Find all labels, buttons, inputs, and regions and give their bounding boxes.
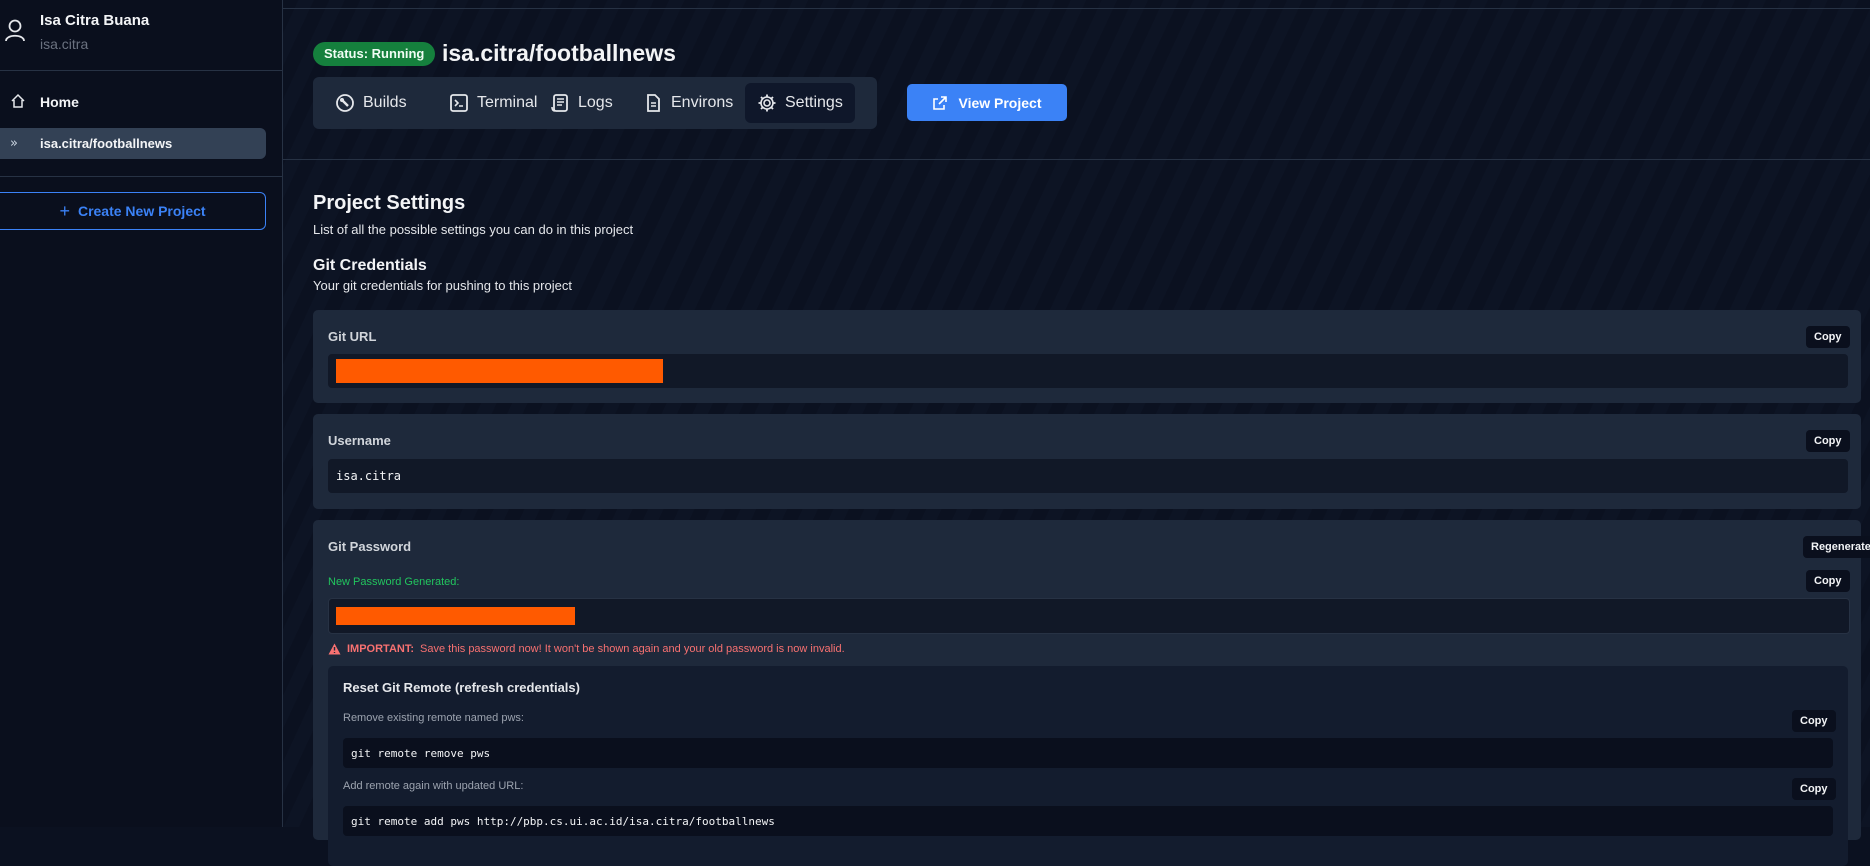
git-credentials-subtitle: Your git credentials for pushing to this…: [313, 278, 572, 293]
important-warning: IMPORTANT: Save this password now! It wo…: [328, 643, 845, 655]
git-password-card: Git Password Regenerate New Password Gen…: [313, 520, 1870, 866]
username-value: isa.citra: [336, 469, 402, 483]
tab-terminal[interactable]: Terminal: [437, 83, 549, 123]
git-url-card: Git URL Copy: [313, 310, 1861, 403]
add-remote-command-text: git remote add pws http://pbp.cs.ui.ac.i…: [351, 815, 775, 828]
tab-label: Logs: [578, 94, 613, 111]
add-remote-command[interactable]: git remote add pws http://pbp.cs.ui.ac.i…: [343, 806, 1833, 836]
username-card: Username Copy isa.citra: [313, 414, 1861, 509]
git-credentials-title: Git Credentials: [313, 257, 427, 274]
remove-remote-command[interactable]: git remote remove pws: [343, 738, 1833, 768]
gear-icon: [758, 94, 776, 112]
sidebar: Isa Citra Buana isa.citra Home » isa.cit…: [0, 0, 283, 827]
copy-username-button[interactable]: Copy: [1806, 430, 1850, 452]
user-icon: [5, 19, 25, 42]
tab-environs[interactable]: Environs: [631, 83, 745, 123]
sidebar-item-project[interactable]: » isa.citra/footballnews: [0, 128, 266, 159]
git-url-field[interactable]: [328, 354, 1848, 388]
section-title: Project Settings: [313, 192, 466, 214]
add-remote-label: Add remote again with updated URL:: [343, 780, 524, 792]
logs-icon: [551, 94, 568, 112]
reset-remote-title: Reset Git Remote (refresh credentials): [343, 680, 580, 695]
sidebar-item-label: isa.citra/footballnews: [40, 136, 173, 151]
copy-add-remote-button[interactable]: Copy: [1792, 778, 1836, 800]
user-handle: isa.citra: [40, 36, 89, 52]
plus-icon: +: [59, 201, 70, 221]
password-field[interactable]: [328, 598, 1850, 634]
chevrons-right-icon: »: [10, 136, 18, 151]
remove-remote-command-text: git remote remove pws: [351, 747, 491, 760]
important-text: Save this password now! It won't be show…: [420, 643, 845, 655]
reset-remote-panel: Reset Git Remote (refresh credentials) R…: [328, 666, 1848, 866]
external-link-icon: [933, 95, 948, 110]
build-icon: [336, 94, 354, 112]
important-prefix: IMPORTANT:: [347, 643, 415, 655]
user-name: Isa Citra Buana: [40, 12, 150, 29]
git-url-label: Git URL: [328, 329, 377, 344]
status-badge: Status: Running: [313, 42, 436, 66]
redacted-password: [336, 607, 575, 625]
sidebar-item-home[interactable]: Home: [0, 88, 282, 118]
tab-label: Builds: [363, 94, 407, 111]
document-icon: [647, 94, 660, 112]
header-divider: [283, 159, 1870, 160]
tab-label: Environs: [671, 94, 734, 111]
main-content: Status: Running isa.citra/footballnews B…: [283, 0, 1870, 866]
new-password-note: New Password Generated:: [328, 576, 460, 588]
copy-git-url-button[interactable]: Copy: [1806, 326, 1850, 348]
sidebar-item-label: Home: [40, 94, 79, 110]
tab-settings[interactable]: Settings: [745, 83, 855, 123]
view-project-button[interactable]: View Project: [907, 84, 1067, 121]
git-password-label: Git Password: [328, 539, 412, 554]
username-label: Username: [328, 433, 391, 448]
copy-remove-remote-button[interactable]: Copy: [1792, 710, 1836, 732]
username-field[interactable]: isa.citra: [328, 459, 1848, 493]
tab-label: Settings: [785, 94, 843, 111]
terminal-icon: [450, 94, 468, 112]
tab-bar: Builds Terminal Logs Environs Settings: [313, 77, 877, 129]
remove-remote-label: Remove existing remote named pws:: [343, 712, 524, 724]
tab-logs[interactable]: Logs: [538, 83, 625, 123]
page-title: isa.citra/footballnews: [442, 40, 676, 66]
user-profile: Isa Citra Buana isa.citra: [0, 0, 282, 71]
view-project-label: View Project: [958, 94, 1042, 111]
copy-password-button[interactable]: Copy: [1806, 570, 1850, 592]
sidebar-divider: [0, 176, 282, 177]
top-divider: [283, 8, 1870, 9]
tab-builds[interactable]: Builds: [323, 83, 419, 123]
create-project-button[interactable]: + Create New Project: [0, 192, 266, 230]
redacted-git-url: [336, 359, 663, 383]
create-project-label: Create New Project: [77, 203, 206, 219]
section-subtitle: List of all the possible settings you ca…: [313, 222, 634, 237]
home-icon: [11, 93, 25, 108]
warning-icon: [328, 643, 341, 655]
tab-label: Terminal: [477, 94, 538, 111]
regenerate-password-button[interactable]: Regenerate: [1803, 536, 1870, 558]
